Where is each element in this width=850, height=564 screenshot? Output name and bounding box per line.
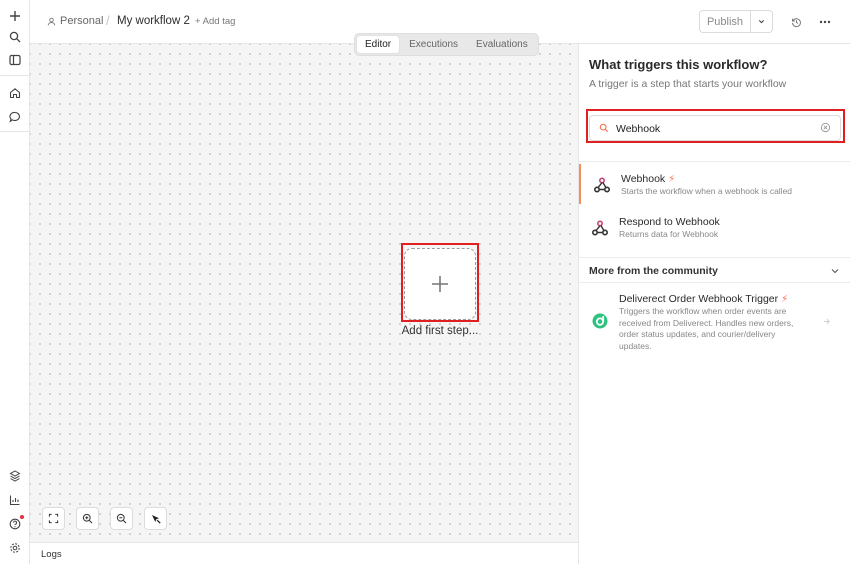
search-icon[interactable] <box>5 27 25 47</box>
publish-dropdown-button[interactable] <box>751 10 773 33</box>
magic-wand-icon <box>151 514 161 524</box>
add-first-step-label: Add first step... <box>401 325 479 337</box>
chevron-down-icon[interactable] <box>830 266 840 276</box>
help-icon[interactable] <box>5 514 25 534</box>
result-item-respond-to-webhook[interactable]: Respond to Webhook Returns data for Webh… <box>579 207 850 247</box>
tidy-up-button[interactable] <box>144 507 167 530</box>
chevron-down-icon <box>758 20 765 24</box>
templates-icon[interactable] <box>5 466 25 486</box>
trigger-bolt-icon: ⚡ <box>668 174 676 185</box>
breadcrumb-separator: / <box>106 13 110 28</box>
zoom-out-button[interactable] <box>110 507 133 530</box>
tab-evaluations[interactable]: Evaluations <box>468 36 536 53</box>
workflow-name[interactable]: My workflow 2 <box>117 15 190 27</box>
arrow-right-icon <box>823 318 830 325</box>
webhook-icon <box>590 218 610 238</box>
logs-label: Logs <box>41 549 62 560</box>
community-item-deliverect[interactable]: Deliverect Order Webhook Trigger ⚡ Trigge… <box>579 287 850 357</box>
left-rail <box>0 0 30 564</box>
notification-dot <box>20 515 24 519</box>
divider <box>579 282 850 283</box>
workflow-canvas[interactable]: Editor Executions Evaluations Add first … <box>30 33 578 542</box>
divider <box>579 161 850 162</box>
more-options-icon[interactable] <box>816 13 834 31</box>
highlight-box <box>401 243 479 322</box>
plus-icon[interactable] <box>5 6 25 26</box>
fit-view-icon <box>48 513 59 524</box>
panel-title: What triggers this workflow? <box>589 57 768 72</box>
history-icon[interactable] <box>787 13 805 31</box>
project-name: Personal <box>60 15 104 27</box>
user-icon <box>47 17 56 25</box>
chat-icon[interactable] <box>5 107 25 127</box>
fit-view-button[interactable] <box>42 507 65 530</box>
webhook-icon <box>592 175 612 195</box>
tab-executions[interactable]: Executions <box>401 36 466 53</box>
zoom-out-icon <box>116 513 127 524</box>
settings-icon[interactable] <box>5 538 25 558</box>
add-tag-button[interactable]: + Add tag <box>195 16 235 27</box>
insights-icon[interactable] <box>5 490 25 510</box>
highlight-box <box>586 109 845 143</box>
view-tabs: Editor Executions Evaluations <box>354 33 539 56</box>
panel-subtitle: A trigger is a step that starts your wor… <box>589 78 787 90</box>
logs-bar[interactable]: Logs <box>30 542 578 564</box>
publish-button[interactable]: Publish <box>699 10 751 33</box>
sidebar-toggle-icon[interactable] <box>5 50 25 70</box>
community-section-header[interactable]: More from the community <box>589 265 718 277</box>
community-description: Triggers the workflow when order events … <box>619 306 794 351</box>
deliverect-logo-icon <box>590 311 610 331</box>
zoom-in-icon <box>82 513 93 524</box>
result-description: Starts the workflow when a webhook is ca… <box>621 186 793 196</box>
tab-editor[interactable]: Editor <box>357 36 400 53</box>
result-name: Webhook ⚡ <box>621 173 676 185</box>
community-name: Deliverect Order Webhook Trigger ⚡ <box>619 293 789 305</box>
result-item-webhook[interactable]: Webhook ⚡ Starts the workflow when a webh… <box>579 164 850 204</box>
result-description: Returns data for Webhook <box>619 229 719 239</box>
zoom-in-button[interactable] <box>76 507 99 530</box>
divider <box>579 257 850 258</box>
publish-label: Publish <box>706 15 744 28</box>
trigger-bolt-icon: ⚡ <box>781 294 789 305</box>
result-name: Respond to Webhook <box>619 216 720 228</box>
home-icon[interactable] <box>5 83 25 103</box>
trigger-panel: What triggers this workflow? A trigger i… <box>578 44 850 564</box>
breadcrumb-project[interactable]: Personal <box>47 15 103 27</box>
